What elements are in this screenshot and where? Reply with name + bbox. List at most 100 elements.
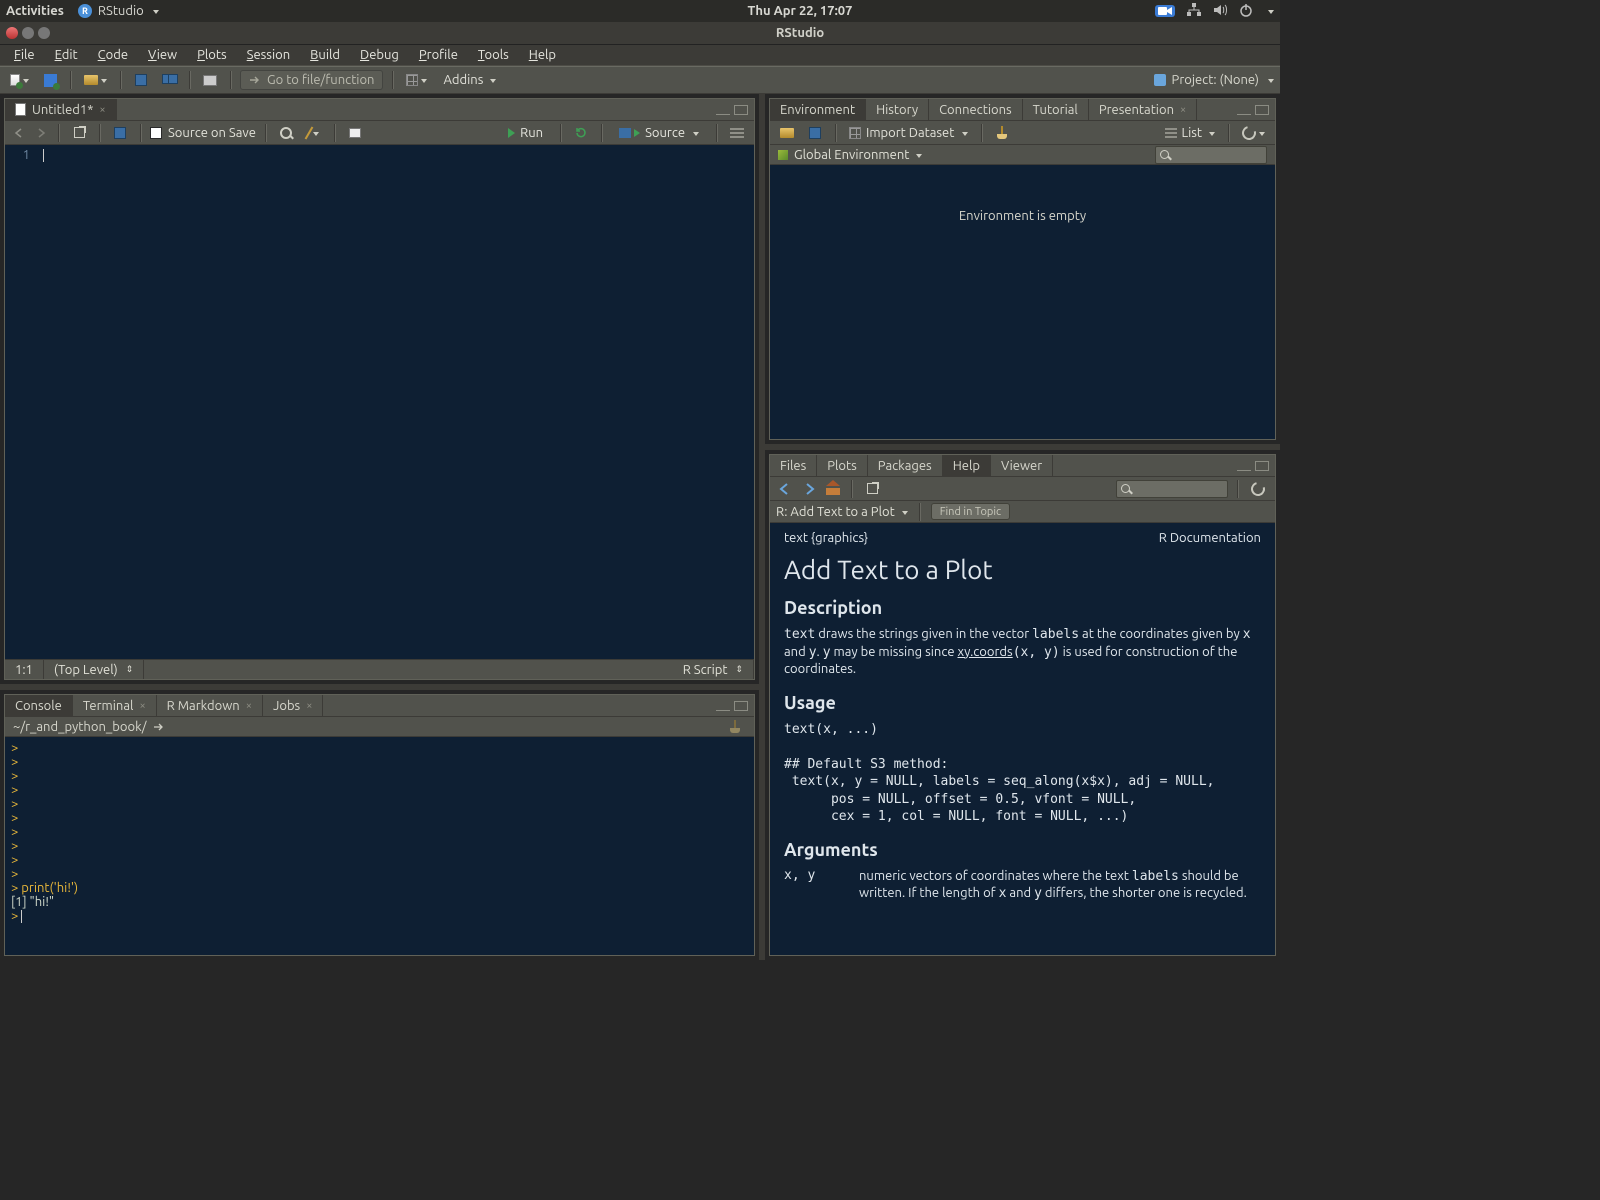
tab-console[interactable]: Console <box>5 695 73 717</box>
menu-help[interactable]: Help <box>521 46 564 64</box>
help-refresh-button[interactable] <box>1247 479 1269 499</box>
tab-jobs[interactable]: Jobs× <box>263 695 323 717</box>
save-icon <box>135 74 147 86</box>
menu-view[interactable]: View <box>140 46 185 64</box>
close-icon[interactable]: × <box>1180 104 1186 116</box>
env-scope-selector[interactable]: Global Environment <box>794 148 922 162</box>
save-button[interactable] <box>130 70 152 90</box>
minimize-pane-icon[interactable] <box>1237 461 1251 471</box>
tab-files[interactable]: Files <box>770 455 817 477</box>
save-source-button[interactable] <box>109 123 131 143</box>
menu-edit[interactable]: Edit <box>47 46 86 64</box>
tab-terminal[interactable]: Terminal× <box>73 695 157 717</box>
console-output[interactable]: >>>>>>>>>>> print('hi!')[1] "hi!"> <box>5 737 754 955</box>
environment-pane: Environment History Connections Tutorial… <box>769 98 1276 440</box>
save-all-button[interactable] <box>158 70 180 90</box>
run-button[interactable]: Run <box>500 124 551 142</box>
power-icon[interactable] <box>1239 3 1253 20</box>
nav-back-button[interactable] <box>11 125 27 141</box>
help-breadcrumb[interactable]: R: Add Text to a Plot <box>776 505 908 519</box>
clear-workspace-button[interactable] <box>991 123 1013 143</box>
new-file-button[interactable] <box>6 70 33 90</box>
show-in-new-window-button[interactable] <box>68 123 90 143</box>
activities-button[interactable]: Activities <box>6 4 64 18</box>
env-search-input[interactable] <box>1155 146 1267 164</box>
cursor-position[interactable]: 1:1 <box>5 660 44 679</box>
help-back-button[interactable] <box>776 480 794 498</box>
goto-file-function[interactable]: Go to file/function <box>240 70 383 90</box>
tab-connections[interactable]: Connections <box>929 99 1023 121</box>
clear-console-button[interactable] <box>724 717 746 737</box>
maximize-pane-icon[interactable] <box>734 701 748 711</box>
tab-plots[interactable]: Plots <box>817 455 868 477</box>
compile-report-button[interactable] <box>344 123 366 143</box>
close-icon[interactable]: × <box>306 700 312 712</box>
minimize-pane-icon[interactable] <box>716 701 730 711</box>
horizontal-splitter[interactable] <box>765 444 1280 450</box>
window-minimize-button[interactable] <box>22 27 34 39</box>
panes-layout-button[interactable] <box>402 70 431 90</box>
open-file-button[interactable] <box>80 70 111 90</box>
app-menu[interactable]: R RStudio <box>78 4 159 18</box>
window-close-button[interactable] <box>6 27 18 39</box>
close-icon[interactable]: × <box>246 700 252 712</box>
scope-selector[interactable]: (Top Level)⇕ <box>44 660 144 679</box>
env-view-mode[interactable]: List <box>1161 123 1219 143</box>
import-dataset-button[interactable]: Import Dataset <box>845 123 972 143</box>
tab-packages[interactable]: Packages <box>868 455 943 477</box>
new-project-button[interactable] <box>39 70 61 90</box>
help-search-input[interactable] <box>1116 480 1228 498</box>
maximize-pane-icon[interactable] <box>734 105 748 115</box>
addins-menu[interactable]: Addins <box>437 73 502 87</box>
minimize-pane-icon[interactable] <box>1237 105 1251 115</box>
volume-icon[interactable] <box>1213 3 1227 20</box>
menu-tools[interactable]: Tools <box>470 46 517 64</box>
menu-debug[interactable]: Debug <box>352 46 407 64</box>
code-editor[interactable]: 1 <box>5 145 754 659</box>
menu-profile[interactable]: Profile <box>411 46 466 64</box>
nav-forward-button[interactable] <box>33 125 49 141</box>
menu-code[interactable]: Code <box>90 46 136 64</box>
zoom-tray-icon[interactable] <box>1155 5 1175 17</box>
maximize-pane-icon[interactable] <box>1255 105 1269 115</box>
save-workspace-button[interactable] <box>804 123 826 143</box>
tab-help[interactable]: Help <box>943 455 991 477</box>
help-home-button[interactable] <box>824 480 842 498</box>
source-on-save-checkbox[interactable] <box>150 127 162 139</box>
rerun-button[interactable] <box>570 123 592 143</box>
find-replace-button[interactable] <box>275 123 297 143</box>
menu-session[interactable]: Session <box>239 46 298 64</box>
load-workspace-button[interactable] <box>776 123 798 143</box>
tab-presentation[interactable]: Presentation× <box>1089 99 1197 121</box>
tab-viewer[interactable]: Viewer <box>991 455 1053 477</box>
maximize-pane-icon[interactable] <box>1255 461 1269 471</box>
help-popout-button[interactable] <box>861 479 883 499</box>
tab-tutorial[interactable]: Tutorial <box>1023 99 1089 121</box>
tab-history[interactable]: History <box>866 99 929 121</box>
tab-rmarkdown[interactable]: R Markdown× <box>157 695 263 717</box>
tab-environment[interactable]: Environment <box>770 99 866 121</box>
menu-file[interactable]: File <box>6 46 43 64</box>
help-forward-button[interactable] <box>800 480 818 498</box>
language-selector[interactable]: R Script⇕ <box>673 660 754 679</box>
chevron-down-icon[interactable] <box>1268 10 1274 14</box>
horizontal-splitter[interactable] <box>0 684 759 690</box>
find-in-topic-input[interactable]: Find in Topic <box>931 503 1010 520</box>
close-icon[interactable]: × <box>139 700 145 712</box>
window-maximize-button[interactable] <box>38 27 50 39</box>
goto-dir-icon[interactable] <box>153 722 165 732</box>
minimize-pane-icon[interactable] <box>716 105 730 115</box>
close-tab-icon[interactable]: × <box>99 104 105 116</box>
source-tab[interactable]: Untitled1* × <box>5 99 117 121</box>
network-icon[interactable] <box>1187 3 1201 20</box>
menu-plots[interactable]: Plots <box>189 46 235 64</box>
help-document[interactable]: text {graphics} R Documentation Add Text… <box>770 523 1275 955</box>
project-menu[interactable]: Project: (None) <box>1154 73 1274 87</box>
source-button[interactable]: Source <box>611 124 707 142</box>
menu-build[interactable]: Build <box>302 46 348 64</box>
outline-toggle-button[interactable] <box>726 123 748 143</box>
print-button[interactable] <box>199 70 221 90</box>
code-tools-button[interactable] <box>303 123 325 143</box>
refresh-env-button[interactable] <box>1238 123 1269 143</box>
help-link-xycoords[interactable]: xy.coords <box>957 645 1012 659</box>
